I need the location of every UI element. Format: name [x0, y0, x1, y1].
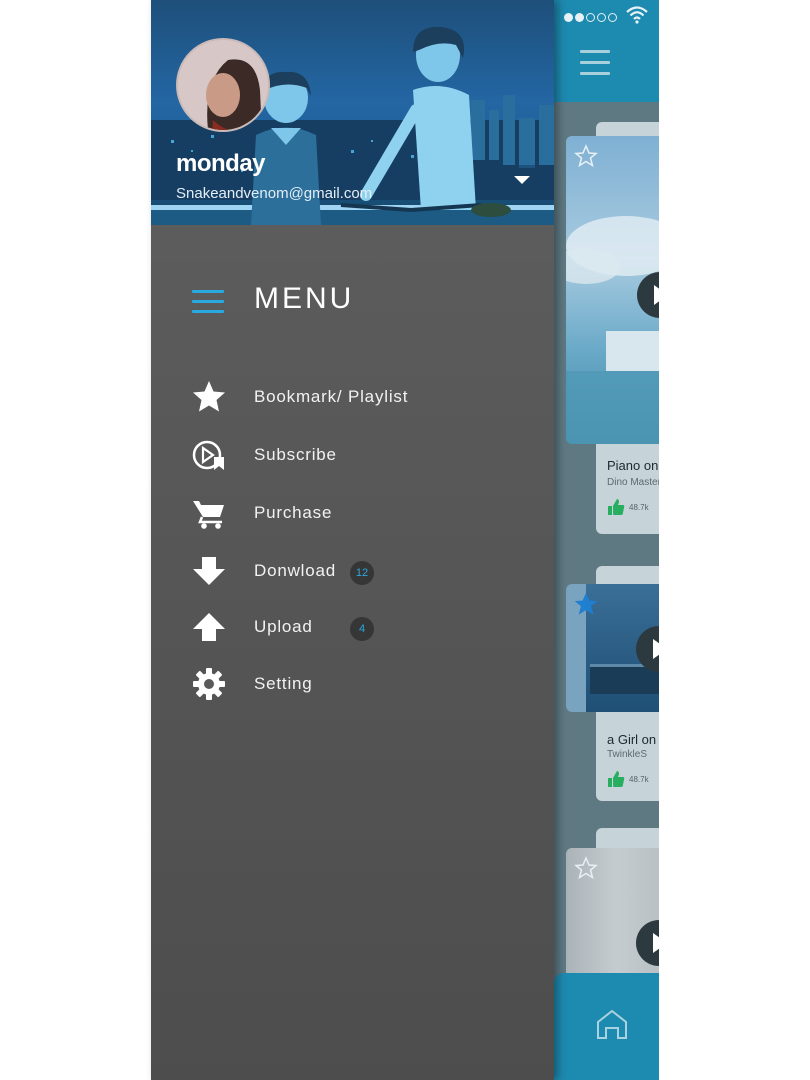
thumbs-up-icon	[608, 499, 625, 515]
menu-item-download[interactable]: Donwload 12	[192, 554, 522, 594]
star-icon	[193, 381, 225, 412]
download-icon	[193, 557, 225, 585]
navigation-drawer: monday Snakeandvenom@gmail.com MENU Book…	[151, 0, 554, 1080]
user-name: monday	[176, 150, 266, 177]
star-filled-icon[interactable]	[574, 592, 598, 616]
top-bar	[554, 0, 659, 102]
thumbs-up-icon	[608, 771, 625, 787]
menu-item-label: Donwload	[254, 561, 337, 580]
user-email: Snakeandvenom@gmail.com	[176, 185, 373, 202]
subscribe-icon	[192, 440, 224, 470]
bottom-nav	[554, 973, 659, 1080]
song-title: Piano on	[607, 458, 659, 473]
menu-icon[interactable]	[192, 290, 224, 320]
avatar[interactable]	[176, 38, 270, 132]
star-outline-icon[interactable]	[574, 856, 598, 880]
menu-item-subscribe[interactable]: Subscribe	[192, 438, 522, 478]
cart-icon	[193, 501, 224, 529]
profile-header: monday Snakeandvenom@gmail.com	[151, 0, 554, 225]
menu-item-purchase[interactable]: Purchase	[192, 496, 522, 536]
menu-item-bookmark[interactable]: Bookmark/ Playlist	[192, 380, 522, 420]
menu-item-label: Upload	[254, 617, 313, 636]
chevron-down-icon[interactable]	[503, 165, 541, 195]
song-artist: TwinkleS	[607, 749, 648, 760]
menu-item-upload[interactable]: Upload 4	[192, 610, 522, 650]
menu-item-label: Purchase	[254, 503, 333, 522]
song-card[interactable]	[566, 828, 659, 988]
star-outline-icon[interactable]	[574, 144, 598, 168]
gear-icon	[193, 668, 225, 700]
menu-title: MENU	[254, 282, 355, 315]
wifi-icon	[626, 6, 648, 24]
song-card[interactable]: a Girl on TwinkleS 48.7k	[566, 566, 659, 801]
main-screen: Piano on Dino Master 48.7k a Girl on Twi…	[554, 0, 659, 1080]
upload-icon	[193, 613, 225, 641]
like-count[interactable]: 48.7k	[607, 770, 649, 788]
main-menu-button[interactable]	[580, 50, 610, 83]
menu-item-label: Subscribe	[254, 445, 337, 464]
menu-item-setting[interactable]: Setting	[192, 667, 522, 707]
like-count[interactable]: 48.7k	[607, 498, 649, 516]
song-artist: Dino Master	[607, 477, 659, 488]
song-title: a Girl on	[607, 732, 657, 747]
song-card[interactable]: Piano on Dino Master 48.7k	[566, 122, 659, 534]
signal-icon	[564, 9, 619, 27]
menu-item-label: Setting	[254, 674, 313, 693]
home-icon[interactable]	[595, 1008, 629, 1040]
menu-item-label: Bookmark/ Playlist	[254, 387, 409, 406]
download-count-badge: 12	[350, 561, 374, 585]
upload-count-badge: 4	[350, 617, 374, 641]
